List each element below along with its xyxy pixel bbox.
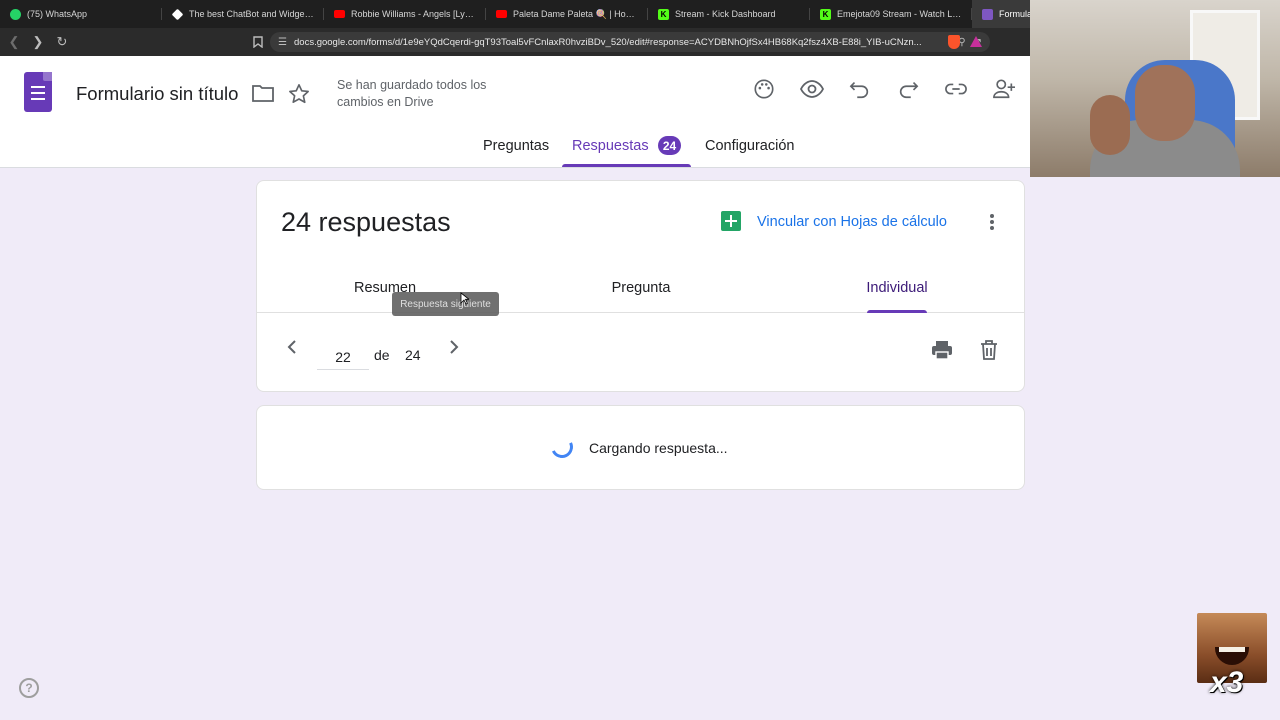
tab-settings[interactable]: Configuración: [705, 138, 794, 154]
save-status-line: cambios en Drive: [337, 95, 434, 109]
header-toolbar: [740, 78, 1028, 100]
brave-shield-icon[interactable]: [948, 35, 960, 49]
browser-tab-chatbot[interactable]: The best ChatBot and Widgets for Ki: [162, 0, 324, 28]
response-number-input[interactable]: [317, 344, 369, 370]
previous-response-icon[interactable]: [286, 338, 298, 361]
responses-count-title: 24 respuestas: [281, 207, 451, 237]
pager-of-label: de: [374, 347, 390, 363]
response-detail-card: Cargando respuesta...: [256, 405, 1025, 490]
emote-teeth: [1219, 647, 1245, 652]
active-subtab-indicator: [867, 310, 927, 313]
form-title[interactable]: Formulario sin título: [76, 83, 238, 105]
subtab-question[interactable]: Pregunta: [513, 280, 769, 296]
google-forms-logo-icon[interactable]: [24, 72, 52, 112]
palette-icon[interactable]: [740, 78, 788, 100]
brave-rewards-icon[interactable]: [970, 36, 982, 47]
sheets-icon[interactable]: [721, 211, 741, 231]
tab-questions[interactable]: Preguntas: [483, 138, 549, 154]
kick-icon: K: [658, 8, 669, 20]
tab-title: Stream - Kick Dashboard: [675, 9, 776, 19]
preview-eye-icon[interactable]: [788, 78, 836, 100]
webcam-person-head: [1135, 65, 1195, 141]
forward-icon[interactable]: ❯: [28, 32, 48, 52]
forms-header: Formulario sin título Se han guardado to…: [0, 56, 1030, 168]
folder-icon[interactable]: [252, 84, 274, 106]
tab-responses[interactable]: Respuestas: [572, 138, 649, 154]
add-collaborator-icon[interactable]: [980, 78, 1028, 100]
whatsapp-icon: [10, 8, 21, 20]
kick-icon: K: [820, 8, 831, 20]
more-options-icon[interactable]: [989, 213, 995, 236]
loading-spinner-icon: [547, 432, 577, 462]
webcam-overlay: [1030, 0, 1280, 177]
tab-title: (75) WhatsApp: [27, 9, 88, 19]
link-icon[interactable]: [932, 78, 980, 100]
next-response-tooltip: Respuesta siguiente: [392, 292, 499, 316]
tab-title: Formula: [999, 9, 1033, 19]
url-text: docs.google.com/forms/d/1e9eYQdCqerdi-gq…: [294, 36, 922, 48]
browser-tab-youtube-angels[interactable]: Robbie Williams - Angels [Lyrics y Su: [324, 0, 486, 28]
emote-combo-count: x3: [1210, 666, 1244, 699]
site-settings-icon[interactable]: ☰: [278, 37, 287, 48]
browser-tab-youtube-paleta[interactable]: Paleta Dame Paleta 🍭 | House Tikto: [486, 0, 648, 28]
browser-tab-whatsapp[interactable]: (75) WhatsApp: [0, 0, 162, 28]
response-view-tabs: Resumen Pregunta Individual: [257, 273, 1024, 313]
browser-tab-kick-dashboard[interactable]: K Stream - Kick Dashboard: [648, 0, 810, 28]
save-status-line: Se han guardado todos los: [337, 78, 487, 92]
url-field[interactable]: ☰ docs.google.com/forms/d/1e9eYQdCqerdi-…: [270, 32, 990, 52]
tab-title: The best ChatBot and Widgets for Ki: [189, 9, 314, 19]
forms-icon: [982, 8, 993, 20]
webcam-person-hand: [1090, 95, 1130, 155]
delete-icon[interactable]: [980, 340, 998, 366]
help-icon[interactable]: ?: [19, 678, 39, 698]
responses-count-badge: 24: [658, 136, 681, 155]
print-icon[interactable]: [931, 340, 953, 366]
diamond-icon: [171, 8, 184, 20]
youtube-icon: [334, 10, 345, 18]
bookmark-icon[interactable]: [248, 32, 268, 52]
next-response-icon[interactable]: [448, 338, 460, 361]
response-pager: de 24: [257, 336, 1024, 376]
star-icon[interactable]: [288, 83, 310, 108]
save-status: Se han guardado todos los cambios en Dri…: [337, 77, 507, 111]
loading-message: Cargando respuesta...: [589, 440, 728, 456]
mouse-cursor-icon: [460, 292, 471, 310]
tab-title: Robbie Williams - Angels [Lyrics y Su: [351, 9, 476, 19]
subtab-individual[interactable]: Individual: [769, 280, 1025, 296]
link-sheets-button[interactable]: Vincular con Hojas de cálculo: [757, 214, 947, 230]
back-icon[interactable]: ❮: [4, 32, 24, 52]
tab-title: Emejota09 Stream - Watch Live on Ki: [837, 9, 962, 19]
redo-icon[interactable]: [884, 78, 932, 100]
pager-total: 24: [405, 347, 421, 363]
active-tab-indicator: [562, 164, 691, 167]
responses-card: 24 respuestas Vincular con Hojas de cálc…: [256, 180, 1025, 392]
undo-icon[interactable]: [836, 78, 884, 100]
youtube-icon: [496, 10, 507, 18]
main-tabs: Preguntas Respuestas 24 Configuración: [0, 128, 1030, 168]
reload-icon[interactable]: ↻: [52, 32, 72, 52]
browser-tab-kick-stream[interactable]: K Emejota09 Stream - Watch Live on Ki: [810, 0, 972, 28]
tab-title: Paleta Dame Paleta 🍭 | House Tikto: [513, 8, 638, 19]
